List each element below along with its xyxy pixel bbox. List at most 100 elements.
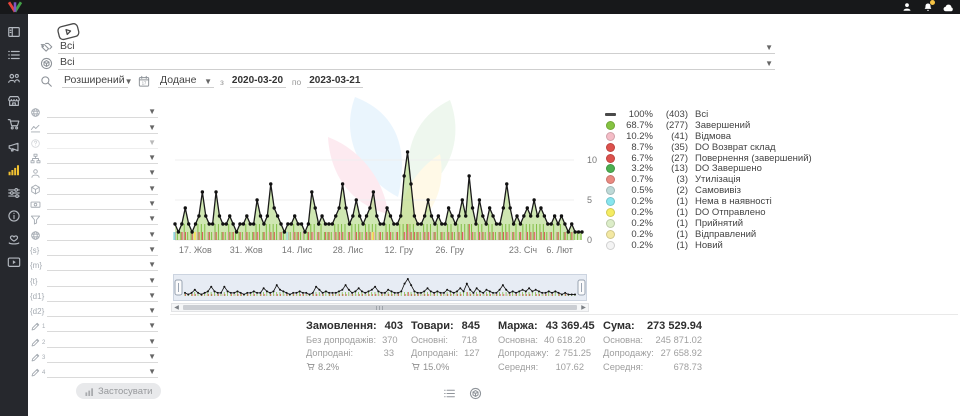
chevron-down-icon: ▼ [148, 277, 156, 285]
legend-item[interactable]: 8.7%(35)DO Возврат склад [606, 142, 812, 153]
braces-icon: {d1} [30, 292, 47, 302]
filter-select[interactable]: ▼ [47, 338, 158, 348]
bell-icon[interactable] [922, 2, 933, 13]
brand-logo-icon[interactable] [7, 1, 23, 13]
scroll-left-icon[interactable]: ◀ [172, 304, 181, 311]
apply-button[interactable]: Застосувати [76, 383, 161, 399]
stat-sub-label: Допродані: [306, 348, 353, 358]
stat-sub-label: Середня: [498, 362, 538, 372]
filter-select[interactable]: ▼ [47, 108, 158, 118]
legend-dot [606, 197, 615, 206]
chevron-down-icon: ▼ [148, 154, 156, 162]
nav-store-icon[interactable] [6, 94, 22, 108]
stat-sub-label: Без допродажів: [306, 335, 376, 345]
nav-partners-icon[interactable] [6, 232, 22, 246]
legend-dot [606, 208, 615, 217]
filter-select[interactable]: ▼ [47, 231, 158, 241]
legend-item[interactable]: 0.2%(1)DO Отправлено [606, 207, 812, 218]
filter-select[interactable]: ▼ [47, 353, 158, 363]
stat-sub-label: Допродані: [411, 348, 458, 358]
legend-item[interactable]: 10.2%(41)Відмова [606, 131, 812, 142]
legend-item[interactable]: 6.7%(27)Повернення (завершений) [606, 153, 812, 164]
cloud-icon[interactable] [943, 2, 954, 13]
filter-select[interactable]: ▼ [47, 277, 158, 287]
calendar-icon: 17 [138, 75, 152, 88]
chart-scrollbar[interactable]: ◀ ▶ [171, 303, 589, 312]
scroll-right-icon[interactable]: ▶ [579, 304, 588, 311]
nav-cart-icon[interactable] [6, 117, 22, 131]
chevron-down-icon: ▼ [148, 246, 156, 254]
chevron-down-icon: ▼ [148, 292, 156, 300]
nav-orders-icon[interactable] [6, 48, 22, 62]
nav-info-icon[interactable] [6, 209, 22, 223]
date-to-label: по [292, 77, 301, 88]
filter-select[interactable]: ▼ [47, 292, 158, 302]
legend-item[interactable]: 0.2%(1)Відправлений [606, 229, 812, 240]
stat-group: Товари:845Основні:718Допродані:12715.0% [411, 320, 477, 372]
filter-select[interactable]: ▼ [47, 368, 158, 378]
nav-customers-icon[interactable] [6, 71, 22, 85]
filter-sidebar: ▼▼▼▼▼▼▼▼▼{s}▼{m}▼{t}▼{d1}▼{d2}▼1▼2▼3▼4▼ [30, 103, 158, 378]
stat-label: Маржа: [498, 320, 538, 332]
svg-text:17. Жов: 17. Жов [179, 245, 212, 255]
statuses-select[interactable]: Всі ▼ [58, 40, 775, 54]
products-value: Всі [60, 56, 75, 68]
navigator-handle-right[interactable] [578, 280, 585, 295]
orders-chart[interactable]: 051017. Жов31. Жов14. Лис28. Лис12. Гру2… [170, 96, 600, 258]
legend-dot [606, 241, 615, 250]
stat-sub-value: 107.62 [556, 362, 584, 372]
legend-item[interactable]: 0.2%(1)Нема в наявності [606, 196, 812, 207]
legend-item[interactable]: 0.2%(1)Новий [606, 240, 812, 251]
filter-select[interactable]: ▼ [47, 200, 158, 210]
chevron-down-icon: ▼ [204, 78, 212, 86]
scrollbar-thumb[interactable] [183, 305, 577, 310]
product-view-icon[interactable] [469, 387, 482, 400]
cart-icon [306, 362, 315, 371]
date-from-input[interactable]: 2020-03-20 [230, 75, 286, 88]
products-select[interactable]: Всі ▼ [58, 56, 775, 70]
nav-analytics-icon[interactable] [6, 163, 22, 177]
list-view-icon[interactable] [443, 387, 456, 400]
legend-percent: 10.2% [620, 131, 653, 142]
filter-select[interactable]: ▼ [47, 307, 158, 317]
nav-settings-icon[interactable] [6, 186, 22, 200]
stat-sub-label: Допродажу: [498, 348, 549, 358]
date-to-input[interactable]: 2023-03-21 [307, 75, 363, 88]
package-icon [30, 184, 47, 195]
filter-select[interactable]: ▼ [47, 246, 158, 256]
user-icon[interactable] [901, 2, 912, 13]
filter-select[interactable]: ▼ [47, 261, 158, 271]
nav-video-icon[interactable] [6, 255, 22, 269]
stat-label: Сума: [603, 320, 635, 332]
filter-select[interactable]: ▼ [47, 322, 158, 332]
stat-sub-value: 718 [461, 335, 477, 345]
filter-braces-m: {m}▼ [30, 256, 158, 271]
date-field-value: Додане [160, 74, 196, 86]
filter-select[interactable]: ▼ [47, 124, 158, 134]
legend-item[interactable]: 0.5%(2)Самовивіз [606, 185, 812, 196]
filter-select[interactable]: ▼ [47, 154, 158, 164]
stat-sub-label: Середня: [603, 362, 643, 372]
legend-item[interactable]: 3.2%(13)DO Завершено [606, 163, 812, 174]
summary-stats: Замовлення:403Без допродажів:370Допродан… [306, 320, 702, 372]
filter-select[interactable]: ▼ [47, 169, 158, 179]
braces-icon: {d2} [30, 307, 47, 317]
filter-globe: ▼ [30, 103, 158, 118]
filter-select[interactable]: ▼ [47, 139, 158, 149]
filter-select[interactable]: ▼ [47, 215, 158, 225]
chart-navigator[interactable] [173, 274, 587, 301]
legend-percent: 100% [620, 109, 653, 120]
search-mode-select[interactable]: Розширений ▼ [62, 74, 128, 88]
chevron-down-icon: ▼ [148, 338, 156, 346]
filter-select[interactable]: ▼ [47, 185, 158, 195]
chevron-down-icon: ▼ [148, 307, 156, 315]
legend-item[interactable]: 68.7%(277)Завершений [606, 120, 812, 131]
chevron-down-icon: ▼ [148, 368, 156, 376]
legend-item[interactable]: 100%(403)Всі [606, 109, 812, 120]
legend-item[interactable]: 0.7%(3)Утилізація [606, 174, 812, 185]
navigator-handle-left[interactable] [175, 280, 182, 295]
date-field-select[interactable]: Додане ▼ [158, 74, 214, 88]
nav-dashboard-icon[interactable] [6, 25, 22, 39]
nav-marketing-icon[interactable] [6, 140, 22, 154]
legend-item[interactable]: 0.2%(1)Прийнятий [606, 218, 812, 229]
